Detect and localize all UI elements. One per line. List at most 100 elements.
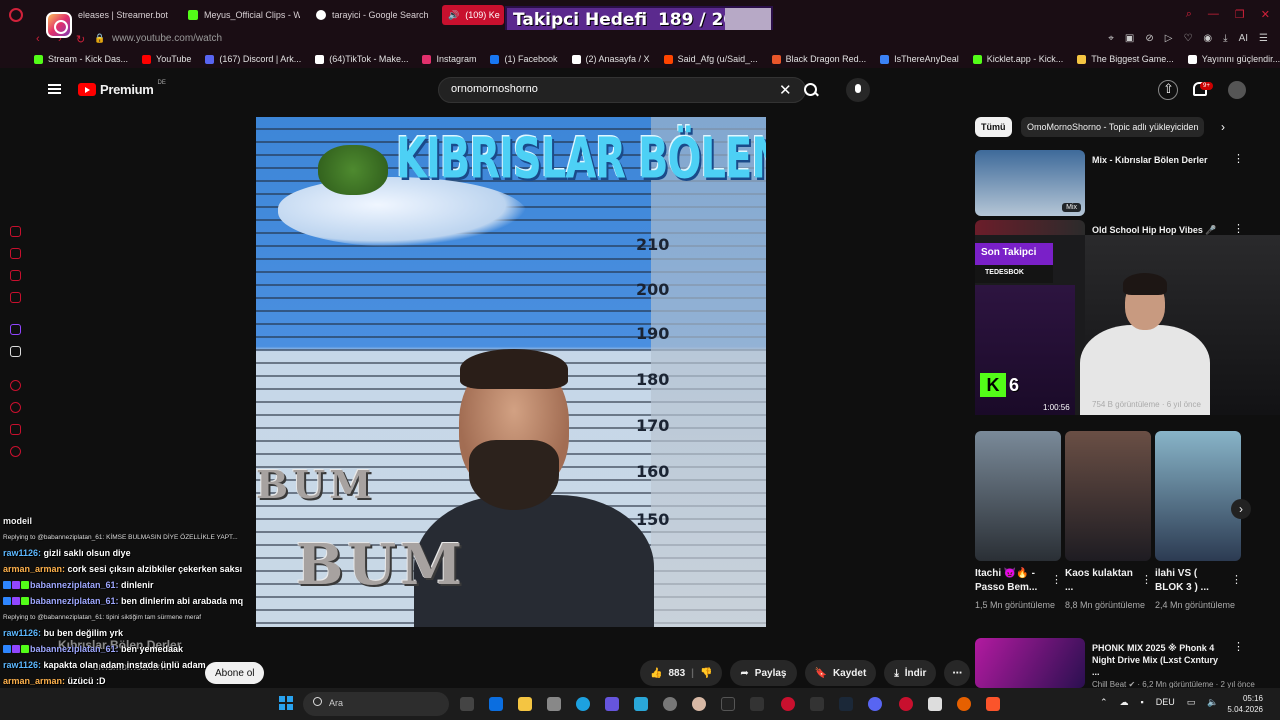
player-sidebar-icon[interactable] [10,380,21,391]
download-icon[interactable]: ⤓ [1223,33,1227,44]
tray-chevron-icon[interactable]: ⌃ [1100,697,1108,708]
brave-icon[interactable] [986,697,1000,711]
short-item[interactable]: Itachi 👿🔥 - Passo Bem... 1,5 Mn görüntül… [975,431,1062,611]
snapshot-icon[interactable]: ▣ [1125,33,1134,44]
url-field[interactable]: www.youtube.com/watch [112,33,222,44]
bookmark-item[interactable]: (167) Discord | Ark... [205,54,301,64]
chevron-right-icon[interactable]: › [1221,120,1225,134]
save-button[interactable]: 🔖 Kaydet [804,660,877,686]
bookmark-item[interactable]: Stream - Kick Das... [34,54,128,64]
thumbs-down-icon[interactable]: 👎 [700,668,712,679]
settings-icon[interactable] [10,446,21,457]
clock[interactable]: 05:16 5.04.2026 [1225,693,1263,715]
music-icon[interactable] [10,292,21,303]
volume-icon[interactable]: 🔈 [1207,697,1218,708]
bookmark-item[interactable]: Said_Afg (u/Said_... [663,54,758,64]
avatar[interactable] [1228,81,1246,99]
messenger-icon[interactable] [10,270,21,281]
video-player[interactable]: KIBRISLAR BÖLEN DERLER 210 200 190 180 1… [256,117,766,627]
back-icon[interactable]: ‹ [36,33,40,45]
more-options-icon[interactable]: ⋮ [1051,573,1062,586]
user-app-icon[interactable] [692,697,706,711]
adblock-icon[interactable]: ⊘ [1145,33,1153,44]
store-icon[interactable] [547,697,561,711]
player-icon[interactable]: ▷ [1165,33,1173,44]
profile-icon[interactable]: ◉ [1203,33,1212,44]
task-view-icon[interactable] [460,697,474,711]
minimize-icon[interactable]: — [1208,8,1219,21]
history-icon[interactable] [10,402,21,413]
search-icon[interactable] [803,82,819,98]
network-icon[interactable]: ▭ [1187,697,1196,708]
share-button[interactable]: ➦ Paylaş [730,660,797,686]
bookmark-item[interactable]: The Biggest Game... [1077,54,1174,64]
opera-logo-icon[interactable] [9,8,23,22]
menu-icon[interactable]: ☰ [1259,33,1268,44]
more-options-icon[interactable]: ⋮ [1233,222,1244,235]
download-button[interactable]: ⤓ İndir [884,660,937,686]
reload-icon[interactable]: ↻ [76,33,85,46]
more-options-icon[interactable]: ⋮ [1141,573,1152,586]
bag-icon[interactable] [10,248,21,259]
pin-icon[interactable]: ⌖ [1108,33,1114,44]
bookmark-item[interactable]: Instagram [422,54,476,64]
close-icon[interactable]: ✕ [1261,8,1270,21]
ai-icon[interactable]: AI [1239,33,1248,44]
obs-icon[interactable] [663,697,677,711]
steam-icon[interactable] [839,697,853,711]
short-item[interactable]: Kaos kulaktan ... 8,8 Mn görüntüleme ⋮ [1065,431,1152,611]
bookmark-item[interactable]: Kicklet.app - Kick... [972,54,1063,64]
youtube-premium-logo[interactable]: Premium DE [78,80,166,97]
clear-search-icon[interactable]: ✕ [779,81,792,99]
more-options-icon[interactable]: ⋮ [1231,573,1242,586]
chip-topic-uploader[interactable]: OmoMornoShorno - Topic adlı yükleyiciden [1021,117,1205,137]
microphone-icon[interactable] [846,78,870,102]
like-button[interactable]: 👍 883 | 👎 [640,660,723,686]
x-icon[interactable] [10,346,21,357]
discord-icon[interactable] [868,697,882,711]
terminal-icon[interactable] [721,697,735,711]
bookmark-item[interactable]: YouTube [142,54,191,64]
bookmark-item[interactable]: Black Dragon Red... [771,54,866,64]
tray-app-icon[interactable]: ▪ [1141,697,1144,708]
tab-meyus-clips[interactable]: Meyus_Official Clips - Wa [188,5,300,25]
extensions-icon[interactable] [10,424,21,435]
bookmark-item[interactable]: IsThereAnyDeal [880,54,959,64]
tab-youtube-active[interactable]: 🔊 (109) Ke [442,5,504,25]
heart-icon[interactable]: ♡ [1183,33,1192,44]
more-actions-button[interactable]: ⋯ [944,660,971,686]
edge-icon[interactable] [576,697,590,711]
language-indicator[interactable]: DEU [1156,697,1175,708]
short-item[interactable]: ilahi VS ( BLOK 3 ) ... 2,4 Mn görüntüle… [1155,431,1242,611]
search-input[interactable] [451,83,751,95]
bookmark-item[interactable]: (64)TikTok - Make... [315,54,408,64]
calculator-icon[interactable] [605,697,619,711]
taskbar-search[interactable]: Ara [303,692,449,716]
upload-icon[interactable] [1158,80,1178,100]
more-options-icon[interactable]: ⋮ [1233,152,1244,165]
streamer-app-icon[interactable] [781,697,795,711]
app-icon[interactable] [750,697,764,711]
hamburger-menu-icon[interactable] [48,84,61,94]
maximize-icon[interactable]: ❐ [1235,8,1245,21]
opera-icon[interactable] [899,697,913,711]
twitch-icon[interactable] [10,324,21,335]
onedrive-icon[interactable]: ☁ [1120,697,1129,708]
chip-all[interactable]: Tümü [975,117,1012,137]
tab-google-search[interactable]: tarayici - Google Search [316,5,434,25]
windows-start-icon[interactable] [279,696,293,710]
widgets-icon[interactable] [489,697,503,711]
file-explorer-icon[interactable] [518,697,532,711]
bookmark-item[interactable]: (2) Anasayfa / X [571,54,650,64]
app-icon[interactable] [634,697,648,711]
firefox-icon[interactable] [957,697,971,711]
more-options-icon[interactable]: ⋮ [1233,640,1244,653]
bookmark-item[interactable]: (1) Facebook [490,54,558,64]
shorts-next-icon[interactable]: › [1231,499,1251,519]
search-tabs-icon[interactable]: ⌕ [1186,8,1192,21]
aria-icon[interactable] [10,226,21,237]
bookmark-item[interactable]: Yayınını güçlendir... [1187,54,1280,64]
yandex-icon[interactable] [928,697,942,711]
epic-games-icon[interactable] [810,697,824,711]
tab-streamerbot[interactable]: eleases | Streamer.bot [78,5,178,25]
